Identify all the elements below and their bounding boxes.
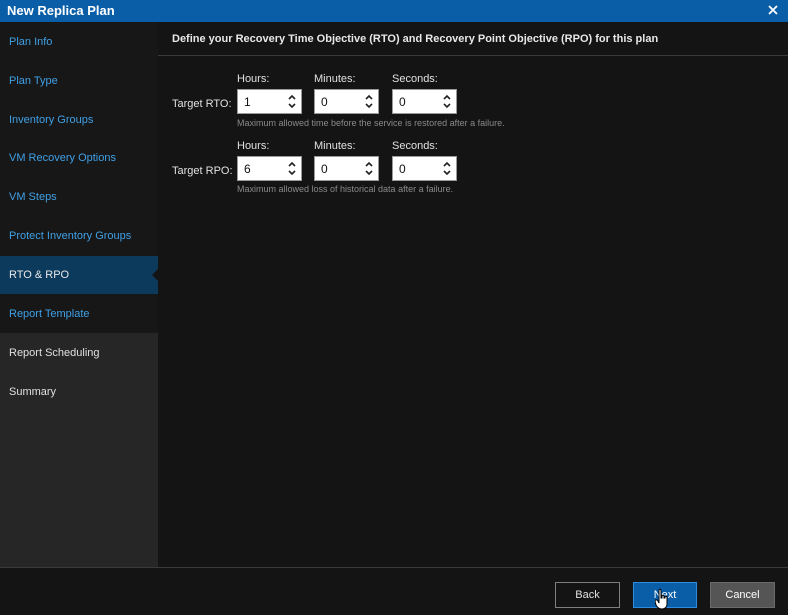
sidebar-item-label: VM Steps xyxy=(9,191,57,203)
sidebar-item-label: RTO & RPO xyxy=(9,269,70,281)
close-icon[interactable] xyxy=(766,2,780,18)
rpo-minutes-stepper[interactable]: 0 xyxy=(314,156,379,181)
sidebar-item-label: Plan Type xyxy=(9,75,58,87)
sidebar-item-vm-recovery-options[interactable]: VM Recovery Options xyxy=(0,139,158,177)
page-heading: Define your Recovery Time Objective (RTO… xyxy=(172,33,659,45)
sidebar-item-report-scheduling[interactable]: Report Scheduling xyxy=(0,334,158,372)
rto-seconds-label: Seconds: xyxy=(392,73,438,85)
sidebar-item-plan-info[interactable]: Plan Info xyxy=(0,23,158,61)
sidebar-item-protect-inventory-groups[interactable]: Protect Inventory Groups xyxy=(0,217,158,255)
back-button[interactable]: Back xyxy=(555,582,620,608)
rpo-seconds-stepper[interactable]: 0 xyxy=(392,156,457,181)
rto-minutes-stepper[interactable]: 0 xyxy=(314,89,379,114)
rpo-hours-label: Hours: xyxy=(237,140,270,152)
chevron-up-down-icon[interactable] xyxy=(364,91,374,112)
heading-divider xyxy=(158,55,788,56)
chevron-up-down-icon[interactable] xyxy=(364,158,374,179)
rto-hours-value: 1 xyxy=(244,95,251,109)
target-rpo-label: Target RPO: xyxy=(172,165,233,177)
rpo-minutes-value: 0 xyxy=(321,162,328,176)
window-title: New Replica Plan xyxy=(7,3,115,18)
chevron-up-down-icon[interactable] xyxy=(287,158,297,179)
sidebar-item-inventory-groups[interactable]: Inventory Groups xyxy=(0,101,158,139)
chevron-up-down-icon[interactable] xyxy=(287,91,297,112)
rto-seconds-stepper[interactable]: 0 xyxy=(392,89,457,114)
rpo-minutes-label: Minutes: xyxy=(314,140,356,152)
rpo-hours-stepper[interactable]: 6 xyxy=(237,156,302,181)
wizard-footer: Back Next Cancel xyxy=(0,567,788,615)
sidebar-item-label: Report Template xyxy=(9,308,90,320)
sidebar-item-label: Protect Inventory Groups xyxy=(9,230,132,242)
rto-minutes-value: 0 xyxy=(321,95,328,109)
rpo-hours-value: 6 xyxy=(244,162,251,176)
rto-hours-label: Hours: xyxy=(237,73,270,85)
sidebar-item-plan-type[interactable]: Plan Type xyxy=(0,62,158,100)
rpo-seconds-value: 0 xyxy=(399,162,406,176)
rto-hours-stepper[interactable]: 1 xyxy=(237,89,302,114)
rpo-seconds-label: Seconds: xyxy=(392,140,438,152)
sidebar-item-label: Inventory Groups xyxy=(9,114,94,126)
sidebar-item-label: Report Scheduling xyxy=(9,347,100,359)
main-panel: Define your Recovery Time Objective (RTO… xyxy=(158,22,788,567)
sidebar-item-rto-rpo[interactable]: RTO & RPO xyxy=(0,256,158,294)
rto-seconds-value: 0 xyxy=(399,95,406,109)
sidebar-item-label: VM Recovery Options xyxy=(9,152,116,164)
chevron-up-down-icon[interactable] xyxy=(442,91,452,112)
target-rto-label: Target RTO: xyxy=(172,98,232,110)
chevron-up-down-icon[interactable] xyxy=(442,158,452,179)
cancel-button[interactable]: Cancel xyxy=(710,582,775,608)
next-button[interactable]: Next xyxy=(633,582,697,608)
title-bar: New Replica Plan xyxy=(0,0,788,22)
sidebar-item-label: Summary xyxy=(9,386,57,398)
sidebar-item-vm-steps[interactable]: VM Steps xyxy=(0,178,158,216)
rpo-hint: Maximum allowed loss of historical data … xyxy=(237,184,454,194)
wizard-steps-sidebar: Plan Info Plan Type Inventory Groups VM … xyxy=(0,22,158,567)
rto-minutes-label: Minutes: xyxy=(314,73,356,85)
sidebar-item-label: Plan Info xyxy=(9,36,53,48)
sidebar-item-summary[interactable]: Summary xyxy=(0,373,158,411)
rto-hint: Maximum allowed time before the service … xyxy=(237,118,505,128)
sidebar-item-report-template[interactable]: Report Template xyxy=(0,295,158,333)
